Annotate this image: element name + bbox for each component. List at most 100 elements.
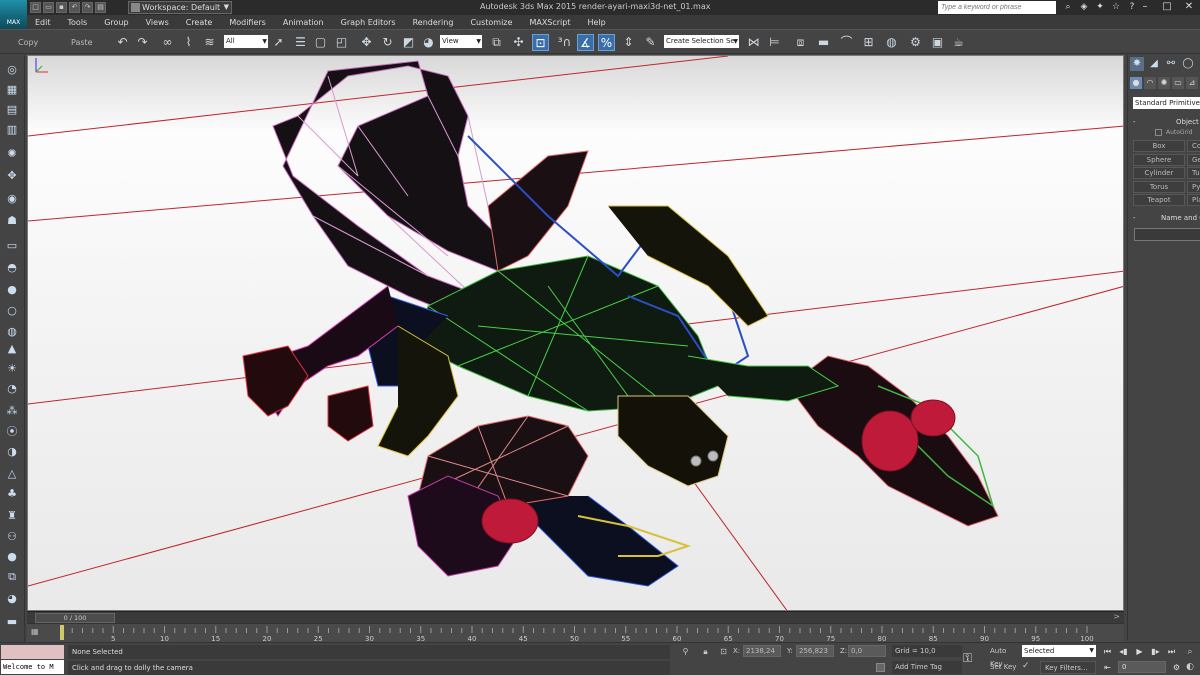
percent-snap-icon[interactable]: % <box>598 34 615 51</box>
camera-icon[interactable]: ☗ <box>4 213 20 229</box>
undo-icon[interactable]: ↶ <box>69 2 80 13</box>
next-frame-icon[interactable]: ▮▸ <box>1149 645 1162 658</box>
minimize-button[interactable]: – <box>1134 0 1156 15</box>
container-icon[interactable]: ◎ <box>4 62 20 78</box>
unlink-icon[interactable]: ⌇ <box>180 34 197 51</box>
mirror-icon[interactable]: ⋈ <box>745 34 762 51</box>
workspace-dropdown[interactable]: Workspace: Default ▼ <box>128 1 232 14</box>
menu-tools[interactable]: Tools <box>68 18 88 27</box>
zoom-icon[interactable]: ⌕ <box>1184 646 1196 658</box>
sphere-grey-icon[interactable]: ● <box>4 549 20 565</box>
current-time-marker[interactable] <box>60 625 64 640</box>
new-file-icon[interactable]: □ <box>30 2 41 13</box>
pin-icon[interactable]: ⚲ <box>680 646 691 657</box>
sphere-alt-icon[interactable]: ○ <box>4 303 20 319</box>
move-tool-icon[interactable]: ✥ <box>4 168 20 184</box>
menu-graph-editors[interactable]: Graph Editors <box>341 18 396 27</box>
menu-edit[interactable]: Edit <box>35 18 51 27</box>
previous-frame-icon[interactable]: ◂▮ <box>1117 645 1130 658</box>
key-mode-toggle-icon[interactable]: ⇤ <box>1101 661 1114 674</box>
tube-button[interactable]: Tube <box>1187 167 1200 179</box>
menu-customize[interactable]: Customize <box>470 18 512 27</box>
placement-icon[interactable]: ◕ <box>420 34 437 51</box>
hierarchy-tab-icon[interactable]: ⚯ <box>1164 57 1178 71</box>
material-ball-icon[interactable]: ◕ <box>4 591 20 607</box>
maximize-button[interactable]: □ <box>1156 0 1178 15</box>
create-tab-icon[interactable]: ✸ <box>1130 57 1144 71</box>
cameras-icon[interactable]: ▭ <box>1172 77 1184 89</box>
move-icon[interactable]: ✥ <box>358 34 375 51</box>
communication-icon[interactable]: ✦ <box>1094 1 1106 13</box>
pivot-center-icon[interactable]: ⧉ <box>488 34 505 51</box>
named-selection-dropdown[interactable]: Create Selection Se ▼ <box>664 35 739 48</box>
redo-icon[interactable]: ↷ <box>82 2 93 13</box>
open-file-icon[interactable]: ▭ <box>43 2 54 13</box>
pyramid-button[interactable]: Pyramid <box>1187 181 1200 193</box>
modify-tab-icon[interactable]: ◢ <box>1147 57 1161 71</box>
key-mode-dropdown[interactable]: Selected ▼ <box>1022 645 1096 657</box>
clone-icon[interactable]: ⧉ <box>4 569 20 585</box>
layer-manager-icon[interactable]: ▦ <box>4 82 20 98</box>
dummy-helper-icon[interactable]: △ <box>4 466 20 482</box>
autogrid-checkbox[interactable]: AutoGrid <box>1155 129 1193 136</box>
menu-group[interactable]: Group <box>104 18 128 27</box>
toggle-ribbon-icon[interactable]: ▬ <box>815 34 832 51</box>
shapes-icon[interactable]: ◠ <box>1144 77 1156 89</box>
select-object-icon[interactable]: ➚ <box>270 34 287 51</box>
rectangular-selection-icon[interactable]: ▢ <box>312 34 329 51</box>
copy-button[interactable]: Copy <box>18 35 38 50</box>
layer-explorer-icon[interactable]: ⧈ <box>792 34 809 51</box>
omni-light-icon[interactable]: ◔ <box>4 381 20 397</box>
helpers-icon[interactable]: ⊿ <box>1186 77 1198 89</box>
key-filters-button[interactable]: Key Filters... <box>1040 661 1096 674</box>
torus-icon[interactable]: ◍ <box>4 324 20 340</box>
sun-light-icon[interactable]: ☀ <box>4 361 20 377</box>
menu-modifiers[interactable]: Modifiers <box>229 18 266 27</box>
edit-named-selections-icon[interactable]: ✎ <box>642 34 659 51</box>
menu-views[interactable]: Views <box>146 18 169 27</box>
menu-create[interactable]: Create <box>186 18 213 27</box>
object-name-field[interactable] <box>1134 228 1200 241</box>
torus-button[interactable]: Torus <box>1133 181 1185 193</box>
teapot-button[interactable]: Teapot <box>1133 194 1185 206</box>
rotate-icon[interactable]: ↻ <box>379 34 396 51</box>
window-crossing-icon[interactable]: ◰ <box>333 34 350 51</box>
set-key-button[interactable]: Set Key <box>987 661 1020 674</box>
angle-snap-icon[interactable]: ∡ <box>577 34 594 51</box>
bind-space-warp-icon[interactable]: ≋ <box>201 34 218 51</box>
key-icon[interactable]: ⚿ <box>963 651 983 667</box>
reference-coordinate-dropdown[interactable]: View ▼ <box>440 35 482 48</box>
render-production-icon[interactable]: ☕ <box>950 34 967 51</box>
display-floater-icon[interactable]: ▥ <box>4 122 20 138</box>
schematic-view-icon[interactable]: ⊞ <box>860 34 877 51</box>
app-logo[interactable]: MAX <box>0 0 27 29</box>
scene-explorer-icon[interactable]: ▤ <box>4 102 20 118</box>
cylinder-button[interactable]: Cylinder <box>1133 167 1185 179</box>
keyboard-shortcut-override-icon[interactable]: ⊡ <box>532 34 549 51</box>
box-primitive-icon[interactable]: ▭ <box>4 238 20 254</box>
play-icon[interactable]: ▶ <box>1133 645 1146 658</box>
menu-rendering[interactable]: Rendering <box>413 18 454 27</box>
set-keys-mode-icon[interactable]: ✓ <box>1022 661 1036 674</box>
render-setup-icon[interactable]: ⚙ <box>907 34 924 51</box>
box-button[interactable]: Box <box>1133 140 1185 152</box>
save-file-icon[interactable]: ▪ <box>56 2 67 13</box>
plane-button[interactable]: Plane <box>1187 194 1200 206</box>
select-by-name-icon[interactable]: ☰ <box>292 34 309 51</box>
close-button[interactable]: ✕ <box>1178 0 1200 15</box>
selection-lock-icon[interactable]: 🔒︎ <box>700 646 711 657</box>
menu-animation[interactable]: Animation <box>283 18 324 27</box>
curve-editor-icon[interactable]: ⌒ <box>838 34 855 51</box>
character-icon[interactable]: ♜ <box>4 508 20 524</box>
hemisphere-icon[interactable]: ◓ <box>4 260 20 276</box>
select-manipulate-icon[interactable]: ✣ <box>510 34 527 51</box>
selection-filter-dropdown[interactable]: All ▼ <box>224 35 268 48</box>
project-folder-icon[interactable]: ▤ <box>95 2 106 13</box>
align-icon[interactable]: ⊨ <box>766 34 783 51</box>
primitive-category-dropdown[interactable]: Standard Primitives <box>1133 97 1200 109</box>
geosphere-button[interactable]: GeoSphere <box>1187 154 1200 166</box>
paste-button[interactable]: Paste <box>71 35 93 50</box>
time-slider[interactable]: 0 / 100 > <box>27 611 1124 623</box>
rendered-frame-window-icon[interactable]: ▣ <box>929 34 946 51</box>
maxscript-mini-listener-output[interactable] <box>1 645 64 659</box>
